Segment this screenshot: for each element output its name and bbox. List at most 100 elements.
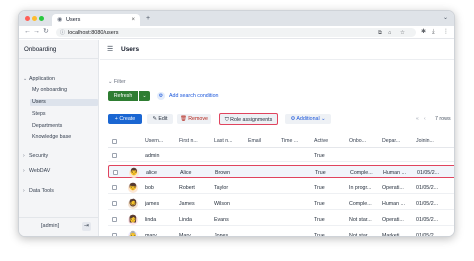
- avatar: 👩: [128, 214, 138, 225]
- row-checkbox[interactable]: [112, 201, 117, 206]
- sidebar-group-application[interactable]: ⌄ Application: [23, 76, 55, 83]
- menu-toggle-icon[interactable]: ☰: [107, 46, 113, 53]
- row-checkbox[interactable]: [113, 170, 118, 175]
- create-button[interactable]: + Create: [108, 114, 142, 124]
- remove-button[interactable]: 🗑 Remove: [177, 114, 211, 124]
- cell-username: linda: [145, 216, 157, 223]
- cell-onboarding: Comple...: [349, 200, 372, 207]
- install-icon[interactable]: ⧉: [378, 30, 382, 36]
- reload-icon[interactable]: ↻: [43, 28, 49, 36]
- sidebar-group-label: WebDAV: [29, 168, 51, 174]
- maximize-window-button[interactable]: [39, 16, 44, 21]
- sidebar-footer: [admin] ⇥: [19, 217, 98, 236]
- cell-last-name: Brown: [215, 169, 231, 176]
- cell-last-name: Jones: [214, 232, 229, 237]
- cell-username: james: [145, 200, 160, 207]
- prev-page-icon[interactable]: ‹: [424, 116, 426, 122]
- logout-icon[interactable]: ⇥: [82, 222, 91, 231]
- table-row[interactable]: admin True: [108, 149, 454, 162]
- cell-username: bob: [145, 184, 154, 191]
- additional-label: Additional: [296, 116, 320, 122]
- cell-active: True: [314, 152, 325, 159]
- table-row[interactable]: 🧔 james James Wilson True Comple... Human ... 0…: [108, 197, 454, 210]
- minimize-window-button[interactable]: [32, 16, 37, 21]
- cell-joining: 01/05/2...: [416, 232, 439, 237]
- avatar: 👦: [128, 182, 138, 193]
- additional-dropdown-button[interactable]: ⚙ Additional ⌄: [285, 114, 331, 124]
- sidebar-item-steps[interactable]: Steps: [32, 111, 46, 118]
- address-url[interactable]: localhost:8080/users: [68, 30, 118, 36]
- cell-joining: 01/05/2...: [417, 169, 440, 176]
- download-icon[interactable]: ⤓: [432, 29, 435, 36]
- cell-department: Human ...: [382, 200, 405, 207]
- extensions-icon[interactable]: ✱: [421, 29, 426, 36]
- cell-active: True: [314, 184, 325, 191]
- column-header[interactable]: Time ...: [281, 138, 311, 144]
- column-header[interactable]: Joinin...: [416, 138, 454, 144]
- row-checkbox[interactable]: [112, 217, 117, 222]
- header-divider: [100, 59, 454, 60]
- sidebar-item-my-onboarding[interactable]: My onboarding: [32, 87, 67, 94]
- remove-label: Remove: [188, 116, 208, 122]
- app-title: Onboarding: [24, 46, 57, 53]
- settings-icon[interactable]: ⚙: [157, 92, 165, 100]
- edit-button[interactable]: ✎ Edit: [147, 114, 173, 124]
- cell-active: True: [314, 216, 325, 223]
- close-window-button[interactable]: [25, 16, 30, 21]
- row-checkbox[interactable]: [112, 185, 117, 190]
- add-search-condition-link[interactable]: Add search condition: [169, 91, 218, 101]
- sidebar-group-data-tools[interactable]: › Data Tools: [23, 188, 54, 195]
- filter-toggle[interactable]: ⌄ Filter: [108, 79, 126, 85]
- table-row[interactable]: 👩 linda Linda Evans True Not star... Operati..…: [108, 213, 454, 226]
- select-all-checkbox[interactable]: [112, 139, 117, 144]
- sidebar-item-departments[interactable]: Departments: [32, 123, 62, 130]
- column-header[interactable]: Depar...: [382, 138, 414, 144]
- column-header[interactable]: Usern...: [145, 138, 177, 144]
- row-checkbox[interactable]: [112, 233, 117, 236]
- table-header: Usern... First n... Last n... Email Time…: [108, 135, 454, 148]
- forward-icon[interactable]: →: [33, 28, 40, 36]
- table-row[interactable]: 👨 alice Alice Brown True Comple... Human ... 01…: [108, 165, 454, 178]
- globe-icon: ◉: [57, 17, 63, 23]
- bookmark-star-icon[interactable]: ☆: [400, 30, 405, 36]
- cell-department: Marketi...: [382, 232, 404, 237]
- cell-joining: 01/05/2...: [416, 184, 439, 191]
- sidebar-group-security[interactable]: › Security: [23, 153, 48, 160]
- column-header[interactable]: Last n...: [214, 138, 246, 144]
- column-header[interactable]: Active: [314, 138, 344, 144]
- browser-tab[interactable]: ◉ Users ×: [52, 14, 140, 26]
- address-bar[interactable]: ⓘ localhost:8080/users ⧉ ⌂ ☆: [56, 28, 416, 37]
- column-header[interactable]: First n...: [179, 138, 211, 144]
- browser-window: ◉ Users × + ⌄ ← → ↻ ⓘ localhost:8080/use…: [18, 10, 455, 237]
- tab-close-icon[interactable]: ×: [131, 17, 135, 23]
- site-info-icon[interactable]: ⓘ: [60, 30, 65, 36]
- trash-icon: 🗑: [180, 116, 189, 122]
- sidebar-item-users[interactable]: Users: [30, 99, 98, 106]
- sidebar-group-webdav[interactable]: › WebDAV: [23, 168, 50, 175]
- sidebar-item-knowledge-base[interactable]: Knowledge base: [32, 134, 71, 141]
- cell-department: Operati...: [382, 184, 404, 191]
- role-assignments-button[interactable]: ⛉ Role assignments: [219, 113, 278, 125]
- table-row[interactable]: 👵 mary Mary Jones True Not star... Marketi... 0…: [108, 229, 454, 237]
- back-icon[interactable]: ←: [24, 28, 31, 36]
- cell-first-name: James: [179, 200, 195, 207]
- chevron-down-icon: ⌄: [142, 93, 147, 99]
- tab-strip: ◉ Users × + ⌄: [19, 11, 454, 26]
- cell-onboarding: Comple...: [350, 169, 373, 176]
- cell-onboarding: Not star...: [349, 216, 372, 223]
- first-page-icon[interactable]: «: [416, 116, 419, 122]
- column-header[interactable]: Email: [248, 138, 278, 144]
- avatar: 🧔: [128, 198, 138, 209]
- refresh-dropdown-button[interactable]: ⌄: [139, 91, 150, 101]
- main-content: ☰ Users ⌄ Filter Refresh ⌄ ⚙ Add search …: [100, 40, 454, 236]
- filter-label: Filter: [113, 79, 126, 85]
- refresh-button[interactable]: Refresh: [108, 91, 138, 101]
- new-tab-button[interactable]: +: [146, 15, 150, 22]
- row-checkbox[interactable]: [112, 153, 117, 158]
- table-row[interactable]: 👦 bob Robert Taylor True In progr... Operati..…: [108, 181, 454, 194]
- tab-search-icon[interactable]: ⌄: [443, 15, 448, 21]
- cast-icon[interactable]: ⌂: [388, 30, 391, 36]
- column-header[interactable]: Onbo...: [349, 138, 381, 144]
- menu-kebab-icon[interactable]: ⋮: [443, 29, 449, 36]
- cell-onboarding: Not star...: [349, 232, 372, 237]
